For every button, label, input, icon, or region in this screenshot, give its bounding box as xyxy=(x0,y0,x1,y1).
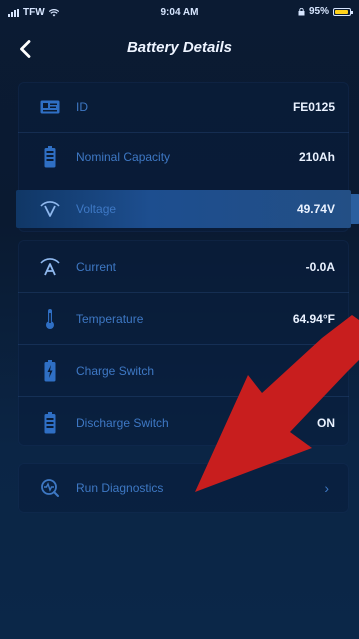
nav-bar: Battery Details xyxy=(0,26,359,70)
detail-row-voltage: Voltage 49.74V xyxy=(18,184,349,234)
current-icon xyxy=(38,255,62,279)
detail-value: FE0125 xyxy=(292,100,335,114)
id-card-icon xyxy=(38,95,62,119)
detail-label: Temperature xyxy=(76,312,144,326)
detail-row-current: Current -0.0A xyxy=(18,242,349,292)
run-diagnostics-row[interactable]: Run Diagnostics › xyxy=(18,463,349,513)
detail-row-charge-switch: Charge Switch xyxy=(18,346,349,396)
detail-label: ID xyxy=(76,100,88,114)
detail-value: 64.94°F xyxy=(292,312,335,326)
detail-label: Nominal Capacity xyxy=(76,150,171,164)
discharge-switch-icon xyxy=(38,411,62,435)
side-tab xyxy=(351,194,359,224)
page-title: Battery Details xyxy=(126,39,233,56)
detail-label: Discharge Switch xyxy=(76,416,169,430)
run-diagnostics-label: Run Diagnostics xyxy=(76,481,164,495)
status-right: 95% xyxy=(298,6,353,17)
detail-row-id: ID FE0125 xyxy=(18,82,349,132)
divider xyxy=(18,396,349,397)
charge-switch-icon xyxy=(38,359,62,383)
battery-capacity-icon xyxy=(38,145,62,169)
battery-icon xyxy=(333,7,353,16)
detail-label: Voltage xyxy=(76,202,117,216)
status-bar: TFW 9:04 AM 95% xyxy=(0,0,359,26)
battery-status-card: Current -0.0A Temperature 64.94°F Charge… xyxy=(18,240,349,446)
detail-value: -0.0A xyxy=(305,260,335,274)
detail-value[interactable]: ON xyxy=(317,416,335,430)
detail-row-temperature: Temperature 64.94°F xyxy=(18,294,349,344)
chevron-right-icon: › xyxy=(324,480,329,496)
battery-percent: 95% xyxy=(308,6,329,17)
divider xyxy=(18,292,349,293)
detail-row-nominal-capacity: Nominal Capacity 210Ah xyxy=(18,132,349,182)
thermometer-icon xyxy=(38,307,62,331)
voltage-icon xyxy=(38,197,62,221)
diagnostics-icon xyxy=(38,476,62,500)
detail-row-discharge-switch: Discharge Switch ON xyxy=(18,398,349,448)
detail-value: 210Ah xyxy=(298,150,335,164)
divider xyxy=(18,344,349,345)
detail-label: Charge Switch xyxy=(76,364,155,378)
battery-info-card: ID FE0125 Nominal Capacity 210Ah Voltage… xyxy=(16,82,359,234)
lock-rotation-icon xyxy=(298,7,305,15)
run-diagnostics-button[interactable]: Run Diagnostics › xyxy=(18,463,349,513)
detail-value: 49.74V xyxy=(296,202,335,216)
detail-label: Current xyxy=(76,260,117,274)
